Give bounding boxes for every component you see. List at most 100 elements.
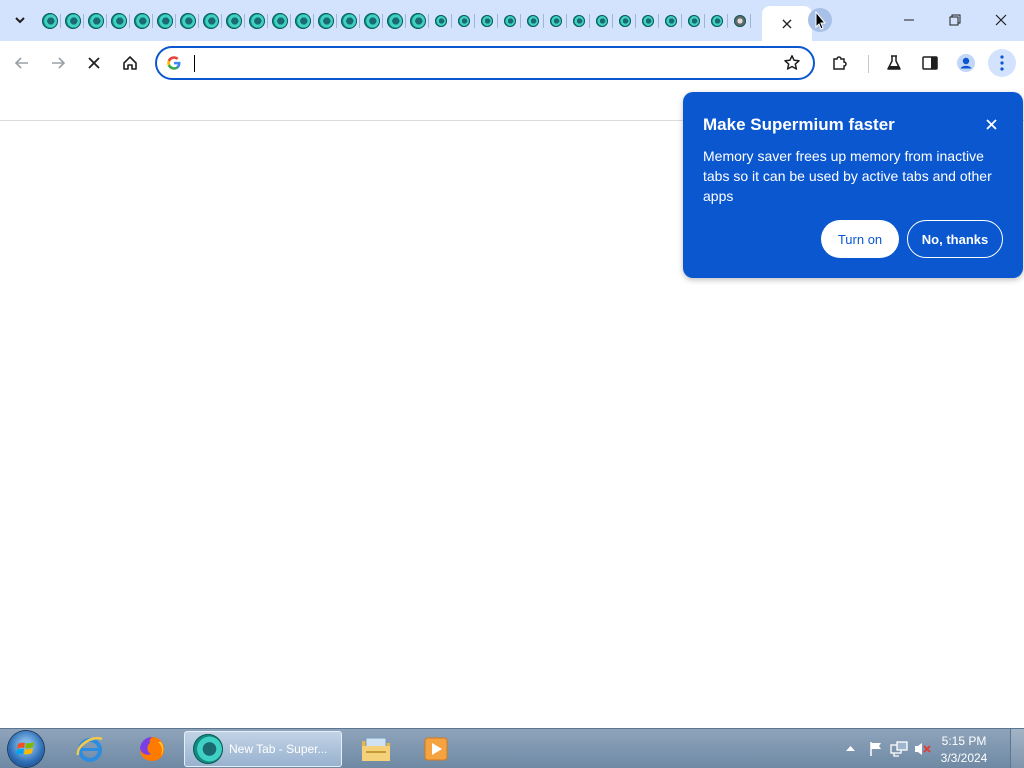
- address-input[interactable]: [193, 53, 773, 73]
- tab-favicon-icon: [526, 14, 539, 27]
- tab[interactable]: [176, 6, 199, 35]
- taskbar-supermium[interactable]: New Tab - Super...: [184, 731, 342, 767]
- avatar-icon: [957, 54, 975, 72]
- tab[interactable]: [84, 6, 107, 35]
- tab[interactable]: [360, 6, 383, 35]
- start-button[interactable]: [6, 730, 46, 768]
- tab[interactable]: [337, 6, 360, 35]
- tab-favicon-icon: [618, 14, 631, 27]
- tab[interactable]: [222, 6, 245, 35]
- turn-on-button[interactable]: Turn on: [821, 220, 899, 258]
- tab-close-icon[interactable]: ×: [780, 14, 793, 33]
- volume-muted-icon[interactable]: [914, 741, 932, 757]
- tab[interactable]: [544, 6, 567, 35]
- minimize-button[interactable]: [886, 0, 932, 40]
- no-thanks-button[interactable]: No, thanks: [907, 220, 1003, 258]
- tab-favicon-icon: [641, 14, 654, 27]
- clock-time: 5:15 PM: [941, 734, 987, 748]
- tab[interactable]: [728, 6, 751, 35]
- chevron-down-icon: [15, 17, 25, 24]
- tab-favicon-icon: [363, 12, 380, 29]
- home-button[interactable]: [116, 49, 144, 77]
- taskbar-firefox[interactable]: [130, 731, 174, 767]
- tab[interactable]: [429, 6, 452, 35]
- active-tab[interactable]: ×: [762, 6, 812, 41]
- tab[interactable]: [682, 6, 705, 35]
- flask-icon: [887, 55, 901, 70]
- stop-icon: [88, 57, 100, 69]
- tab-favicon-icon: [340, 12, 357, 29]
- tab-list: [38, 6, 751, 35]
- tab[interactable]: [590, 6, 613, 35]
- tab[interactable]: [38, 6, 61, 35]
- new-tab-button[interactable]: [808, 8, 832, 32]
- tab[interactable]: [705, 6, 728, 35]
- tray-chevron-up-icon[interactable]: [846, 745, 855, 752]
- media-player-icon: [424, 737, 448, 761]
- tab[interactable]: [199, 6, 222, 35]
- tab[interactable]: [636, 6, 659, 35]
- puzzle-icon: [833, 56, 847, 70]
- menu-button[interactable]: [988, 49, 1016, 77]
- clock[interactable]: 5:15 PM 3/3/2024: [934, 733, 994, 767]
- tab-favicon-icon: [409, 12, 426, 29]
- tab[interactable]: [567, 6, 590, 35]
- bubble-close-button[interactable]: [981, 114, 1001, 134]
- network-icon[interactable]: [890, 741, 908, 757]
- tab[interactable]: [107, 6, 130, 35]
- tab-favicon-icon: [595, 14, 608, 27]
- tab[interactable]: [475, 6, 498, 35]
- tab[interactable]: [291, 6, 314, 35]
- tab[interactable]: [61, 6, 84, 35]
- taskbar-media-player[interactable]: [414, 731, 458, 767]
- profile-button[interactable]: [952, 49, 980, 77]
- tab-favicon-icon: [156, 12, 173, 29]
- show-desktop-button[interactable]: [1010, 729, 1024, 768]
- omnibox[interactable]: [155, 46, 815, 80]
- forward-button[interactable]: [44, 49, 72, 77]
- tab[interactable]: [498, 6, 521, 35]
- system-tray: 5:15 PM 3/3/2024: [834, 729, 1024, 768]
- labs-button[interactable]: [880, 49, 908, 77]
- tab[interactable]: [383, 6, 406, 35]
- tab-favicon-icon: [549, 14, 562, 27]
- tab[interactable]: [613, 6, 636, 35]
- taskbar-ie[interactable]: [68, 731, 112, 767]
- close-window-button[interactable]: [978, 0, 1024, 40]
- restore-button[interactable]: [932, 0, 978, 40]
- tab[interactable]: [314, 6, 337, 35]
- action-center-flag-icon[interactable]: [868, 741, 884, 757]
- tab[interactable]: [130, 6, 153, 35]
- tab-search-button[interactable]: [8, 8, 32, 32]
- taskbar-window-label: New Tab - Super...: [229, 742, 328, 756]
- tab-favicon-icon: [133, 12, 150, 29]
- tab[interactable]: [521, 6, 544, 35]
- tab-favicon-icon: [202, 12, 219, 29]
- tab[interactable]: [153, 6, 176, 35]
- google-icon: [167, 56, 181, 70]
- bookmark-star-icon[interactable]: [783, 54, 801, 72]
- bubble-title: Make Supermium faster: [703, 115, 895, 134]
- tab-favicon-icon: [87, 12, 104, 29]
- tab[interactable]: [245, 6, 268, 35]
- restore-icon: [949, 14, 961, 26]
- side-panel-button[interactable]: [916, 49, 944, 77]
- bubble-body: Memory saver frees up memory from inacti…: [703, 148, 992, 204]
- tab-favicon-icon: [41, 12, 58, 29]
- tab[interactable]: [659, 6, 682, 35]
- tab[interactable]: [452, 6, 475, 35]
- extensions-button[interactable]: [826, 49, 854, 77]
- tab-favicon-icon: [710, 14, 723, 27]
- back-button[interactable]: [8, 49, 36, 77]
- arrow-right-icon: [52, 57, 66, 69]
- tab[interactable]: [406, 6, 429, 35]
- tab[interactable]: [268, 6, 291, 35]
- tab-favicon-icon: [687, 14, 700, 27]
- stop-button[interactable]: [80, 49, 108, 77]
- tab-favicon-icon: [317, 12, 334, 29]
- taskbar-explorer[interactable]: [354, 731, 398, 767]
- minimize-icon: [904, 19, 914, 21]
- tab-favicon-icon: [434, 14, 447, 27]
- cursor-icon: [815, 10, 827, 30]
- tab-favicon-icon: [110, 12, 127, 29]
